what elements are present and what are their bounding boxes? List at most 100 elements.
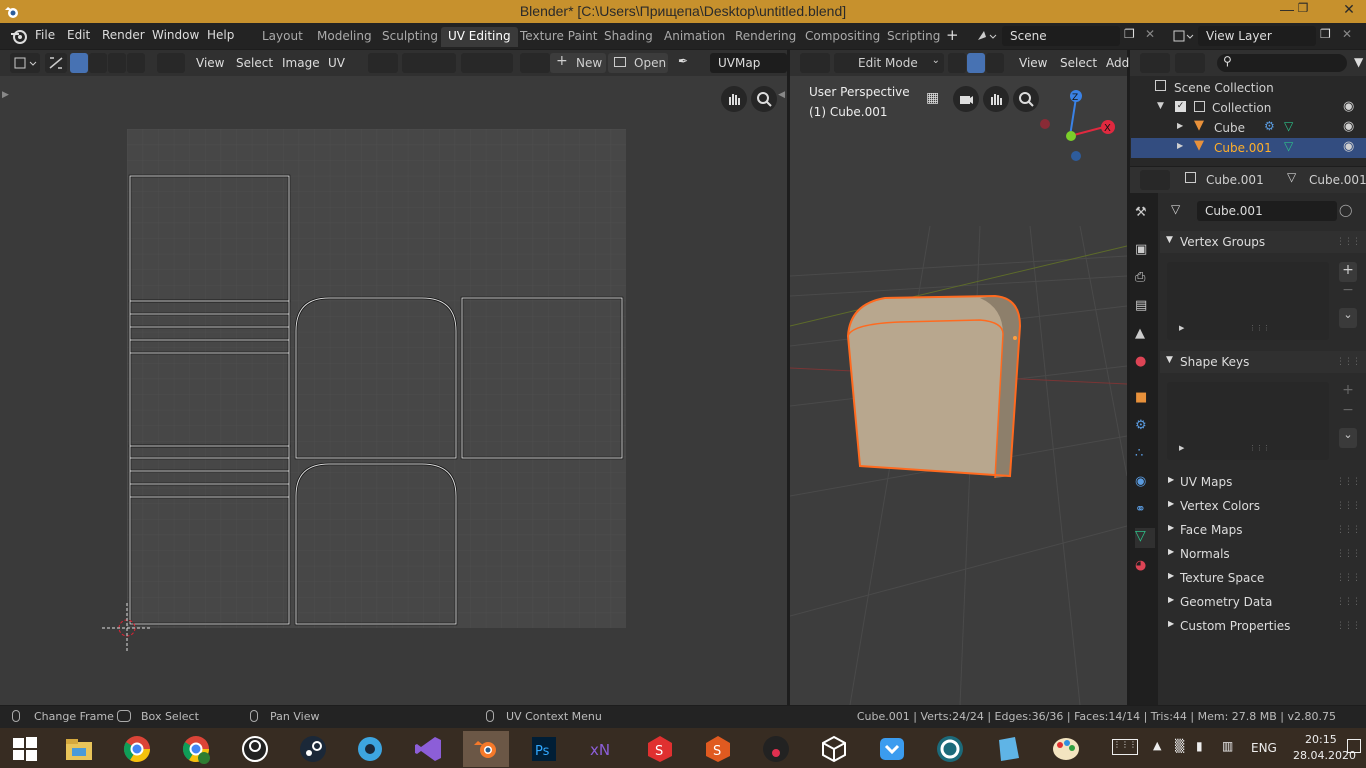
- uv-menu-select[interactable]: Select: [236, 56, 273, 70]
- drag-handle-icon[interactable]: ⋮⋮⋮: [1336, 501, 1361, 511]
- world-tab-icon[interactable]: ●: [1135, 354, 1155, 374]
- mesh-datablock-selector[interactable]: ▽: [1167, 201, 1197, 221]
- list-resize-icon[interactable]: ⋮⋮⋮: [1249, 444, 1270, 452]
- xnormal-icon[interactable]: xN: [579, 731, 625, 767]
- render-tab-icon[interactable]: ▣: [1135, 242, 1155, 262]
- modifier-tab-icon[interactable]: ⚙: [1135, 418, 1155, 438]
- face-maps-panel[interactable]: ▶ Face Maps ⋮⋮⋮: [1160, 519, 1366, 541]
- new-scene-icon[interactable]: ❐: [1124, 27, 1135, 41]
- sticky-selection-icon[interactable]: [157, 53, 185, 73]
- expand-icon[interactable]: ▶: [1177, 121, 1183, 130]
- tab-sculpting[interactable]: Sculpting: [375, 27, 445, 47]
- editor-type-icon[interactable]: [10, 53, 40, 73]
- viewport-menu-view[interactable]: View: [1019, 56, 1047, 70]
- uv-menu-image[interactable]: Image: [282, 56, 320, 70]
- camera-view-icon[interactable]: [953, 86, 979, 112]
- remove-vertex-group-button[interactable]: −: [1339, 282, 1357, 302]
- custom-properties-panel[interactable]: ▶ Custom Properties ⋮⋮⋮: [1160, 615, 1366, 637]
- display-mode-icon[interactable]: [1175, 53, 1205, 73]
- eye-icon[interactable]: ◉: [1343, 99, 1354, 114]
- sync-selection-icon[interactable]: [45, 53, 67, 73]
- steam-icon[interactable]: [290, 731, 336, 767]
- tab-rendering[interactable]: Rendering: [728, 27, 803, 47]
- add-workspace-icon[interactable]: +: [946, 26, 959, 44]
- chrome-profile-icon[interactable]: [173, 731, 219, 767]
- outliner-item-cube[interactable]: ▶ ▼ Cube ⚙ ▽ ◉: [1131, 118, 1366, 138]
- checkbox-icon[interactable]: ✓: [1175, 101, 1186, 112]
- fake-user-icon[interactable]: ◯: [1339, 203, 1357, 219]
- keyboard-icon[interactable]: ⋮⋮⋮: [1112, 739, 1138, 755]
- outliner-scene-collection[interactable]: Scene Collection: [1131, 78, 1366, 98]
- toggle-grid-icon[interactable]: ▦: [926, 90, 939, 106]
- pocket-icon[interactable]: [869, 731, 915, 767]
- eye-icon[interactable]: ◉: [1343, 139, 1354, 154]
- viewport-menu-add[interactable]: Add: [1106, 56, 1129, 70]
- new-view-layer-icon[interactable]: ❐: [1320, 27, 1331, 41]
- view-layer-field[interactable]: View Layer: [1198, 26, 1316, 46]
- face-select-mode-icon[interactable]: [108, 53, 126, 73]
- snap-icon[interactable]: [402, 53, 456, 73]
- network-icon[interactable]: ▥: [1222, 739, 1233, 753]
- scene-tab-icon[interactable]: ▲: [1135, 326, 1155, 346]
- mesh-data-tab-icon[interactable]: ▽: [1135, 528, 1155, 548]
- add-shape-key-button[interactable]: +: [1339, 382, 1357, 402]
- notification-icon[interactable]: [1347, 739, 1361, 753]
- geometry-data-panel[interactable]: ▶ Geometry Data ⋮⋮⋮: [1160, 591, 1366, 613]
- filter-icon[interactable]: ▼: [1354, 55, 1363, 69]
- scene-name-field[interactable]: Scene: [1002, 26, 1120, 46]
- blender-logo-icon[interactable]: [10, 28, 28, 44]
- tab-shading[interactable]: Shading: [597, 27, 660, 47]
- vertex-group-specials-button[interactable]: ⌄: [1339, 308, 1357, 328]
- texture-space-panel[interactable]: ▶ Texture Space ⋮⋮⋮: [1160, 567, 1366, 589]
- unity-icon[interactable]: [811, 731, 857, 767]
- outliner-item-cube001[interactable]: ▶ ▼ Cube.001 ▽ ◉: [1131, 138, 1366, 158]
- camera-app-icon[interactable]: [347, 731, 393, 767]
- output-tab-icon[interactable]: ⎙: [1135, 270, 1155, 290]
- photoshop-icon[interactable]: Ps: [521, 731, 567, 767]
- vertex-select-mode-icon[interactable]: [70, 53, 88, 73]
- paint-3d-icon[interactable]: [985, 731, 1031, 767]
- properties-editor-type-icon[interactable]: [1140, 170, 1170, 190]
- tab-compositing[interactable]: Compositing: [798, 27, 887, 47]
- pin-icon[interactable]: ✒: [678, 54, 688, 68]
- list-resize-icon[interactable]: ⋮⋮⋮: [1249, 324, 1270, 332]
- menu-window[interactable]: Window: [152, 28, 199, 42]
- tray-device-icon[interactable]: ▒: [1175, 739, 1184, 753]
- drag-handle-icon[interactable]: ⋮⋮⋮: [1336, 357, 1361, 367]
- drag-handle-icon[interactable]: ⋮⋮⋮: [1336, 477, 1361, 487]
- face-mode-icon[interactable]: [986, 53, 1004, 73]
- tray-chevron-icon[interactable]: ▲: [1153, 739, 1161, 752]
- close-icon[interactable]: ✕: [1334, 1, 1364, 18]
- menu-edit[interactable]: Edit: [67, 28, 90, 42]
- view-layer-tab-icon[interactable]: ▤: [1135, 298, 1155, 318]
- tab-animation[interactable]: Animation: [657, 27, 732, 47]
- uv-menu-view[interactable]: View: [196, 56, 224, 70]
- outliner-collection[interactable]: ▼ ✓ Collection ◉: [1131, 98, 1366, 118]
- navigation-gizmo[interactable]: Z X: [1038, 86, 1118, 166]
- vertex-colors-panel[interactable]: ▶ Vertex Colors ⋮⋮⋮: [1160, 495, 1366, 517]
- object-tab-icon[interactable]: ■: [1135, 390, 1155, 410]
- expand-icon[interactable]: ▼: [1157, 101, 1164, 111]
- view-layer-icon[interactable]: [1172, 28, 1196, 44]
- paint-icon[interactable]: [1043, 731, 1089, 767]
- tab-scripting[interactable]: Scripting: [880, 27, 947, 47]
- zoom-view-icon[interactable]: [1013, 86, 1039, 112]
- edge-select-mode-icon[interactable]: [89, 53, 107, 73]
- new-image-button[interactable]: + New: [550, 53, 606, 73]
- delete-view-layer-icon[interactable]: ✕: [1342, 27, 1352, 41]
- drag-handle-icon[interactable]: ⋮⋮⋮: [1336, 597, 1361, 607]
- material-tab-icon[interactable]: ◕: [1135, 558, 1155, 578]
- drag-handle-icon[interactable]: ⋮⋮⋮: [1336, 549, 1361, 559]
- edge-mode-icon[interactable]: [967, 53, 985, 73]
- windows-start-icon[interactable]: [2, 731, 48, 767]
- uv-editor-canvas[interactable]: ▶ ◀: [0, 76, 787, 705]
- viewport-editor-type-icon[interactable]: [800, 53, 830, 73]
- shape-keys-list[interactable]: ▶ ⋮⋮⋮: [1167, 382, 1329, 460]
- drag-handle-icon[interactable]: ⋮⋮⋮: [1336, 237, 1361, 247]
- drag-handle-icon[interactable]: ⋮⋮⋮: [1336, 573, 1361, 583]
- tab-layout[interactable]: Layout: [255, 27, 310, 47]
- shape-key-specials-button[interactable]: ⌄: [1339, 428, 1357, 448]
- proportional-edit-icon[interactable]: [461, 53, 513, 73]
- uv-maps-panel[interactable]: ▶ UV Maps ⋮⋮⋮: [1160, 471, 1366, 493]
- drag-handle-icon[interactable]: ⋮⋮⋮: [1336, 621, 1361, 631]
